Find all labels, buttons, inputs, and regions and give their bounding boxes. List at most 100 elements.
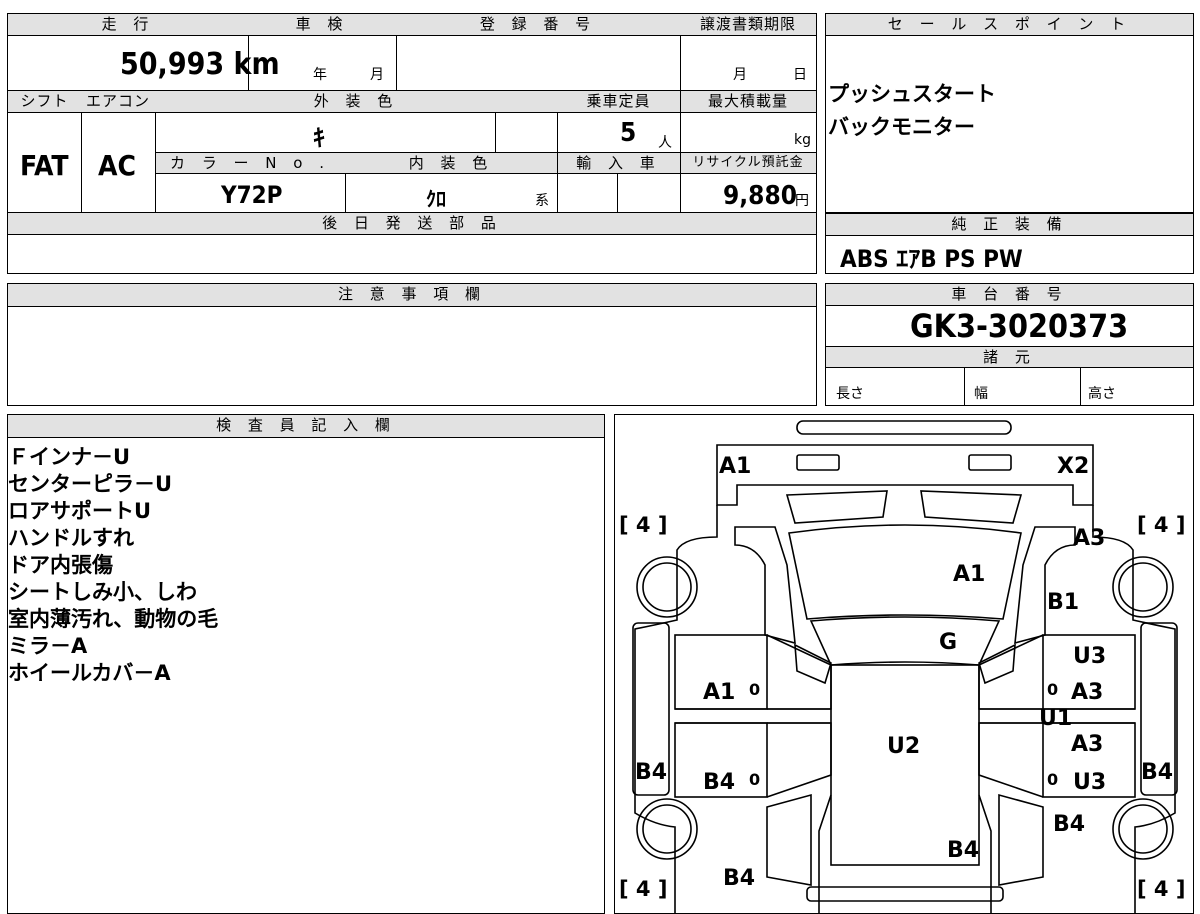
label-rear-left: B4 xyxy=(723,866,755,891)
load-unit: kg xyxy=(794,132,811,148)
fender-right xyxy=(1014,526,1076,645)
windshield xyxy=(809,616,1001,666)
label-rocker-left: B4 xyxy=(635,760,667,785)
capacity-unit: 人 xyxy=(658,135,672,151)
inspector-note: センターピラ－U xyxy=(8,472,173,496)
later-parts-header: 後 日 発 送 部 品 xyxy=(8,212,816,235)
label-door-left-front: A1 xyxy=(703,680,735,705)
recycle-fee-value: 9,880 xyxy=(723,181,797,211)
inspector-note: ハンドルすれ xyxy=(8,526,134,550)
sales-point-item: プッシュスタート xyxy=(828,82,996,106)
rear-pillar-left xyxy=(818,794,832,913)
int-color-suffix: 系 xyxy=(535,193,549,209)
label-zero: 0 xyxy=(749,770,760,789)
mileage-header: 走 行 xyxy=(8,14,248,36)
spec-width: 幅 xyxy=(974,386,988,402)
rear-bumper xyxy=(806,886,1004,902)
inspector-header: 検 査 員 記 入 欄 xyxy=(8,415,604,438)
spec-height: 高さ xyxy=(1088,386,1116,402)
label-door-left-rear: B4 xyxy=(703,770,735,795)
label-fender-right-lower: B1 xyxy=(1047,590,1079,615)
inspector-note: 室内薄汚れ、動物の毛 xyxy=(8,607,219,631)
fender-left xyxy=(734,526,796,645)
wheel-front-right xyxy=(1112,556,1174,618)
inspector-note: ロアサポートU xyxy=(8,499,152,523)
spec-length: 長さ xyxy=(836,386,864,402)
sales-points-list: プッシュスタート バックモニター xyxy=(828,78,996,144)
aircon-header: エアコン xyxy=(81,90,155,113)
sales-point-item: バックモニター xyxy=(828,115,975,139)
equipment-header: 純 正 装 備 xyxy=(826,214,1193,236)
recycle-unit: 円 xyxy=(795,193,809,209)
chassis-panel: 車 台 番 号 GK3-3020373 諸 元 長さ 幅 高さ xyxy=(825,283,1194,406)
transfer-deadline-header: 譲渡書類期限 xyxy=(680,14,816,36)
shift-value: FAT xyxy=(20,149,69,182)
caution-panel: 注 意 事 項 欄 xyxy=(7,283,817,406)
tire-mark-front-left: [ 4 ] xyxy=(619,513,667,537)
inspector-note: Ｆインナ－U xyxy=(8,445,131,469)
label-zero: 0 xyxy=(749,680,760,699)
label-pillar-right: U1 xyxy=(1039,706,1072,731)
shaken-year: 年 xyxy=(313,67,327,83)
label-zero: 0 xyxy=(1047,770,1058,789)
quarter-right xyxy=(998,793,1044,886)
ext-color-header: 外 装 色 xyxy=(155,90,557,113)
fog-lamp-right xyxy=(968,454,1012,471)
inspector-note: ドア内張傷 xyxy=(8,553,113,577)
int-color-value: ｸﾛ xyxy=(426,187,446,211)
mileage-value: 50,993 km xyxy=(120,47,280,82)
import-header: 輸 入 車 xyxy=(557,152,680,174)
inspector-note: ミラ－A xyxy=(8,634,88,658)
label-rocker-right: B4 xyxy=(1141,760,1173,785)
hood xyxy=(788,524,1022,620)
chassis-number: GK3-3020373 xyxy=(910,307,1129,345)
label-door-right-front-top: U3 xyxy=(1073,644,1106,669)
label-quarter-right: B4 xyxy=(1053,812,1085,837)
deadline-day: 日 xyxy=(793,67,807,83)
front-bumper-strip xyxy=(796,420,1012,435)
capacity-header: 乗車定員 xyxy=(557,90,680,113)
color-no-header: カ ラ ー N o . xyxy=(155,152,345,174)
rear-pillar-right xyxy=(978,794,992,913)
tire-mark-front-right: [ 4 ] xyxy=(1137,513,1185,537)
tire-mark-rear-left: [ 4 ] xyxy=(619,877,667,901)
label-hood: A1 xyxy=(953,562,985,587)
roof xyxy=(830,664,980,866)
wheel-front-left xyxy=(636,556,698,618)
car-diagram: [ 4 ] [ 4 ] [ 4 ] [ 4 ] A1 X2 A3 A1 B1 G… xyxy=(619,420,1185,913)
quarter-left xyxy=(766,793,812,886)
specs-header: 諸 元 xyxy=(826,346,1193,368)
sales-points-header: セ ー ル ス ポ イ ン ト xyxy=(826,14,1193,36)
int-color-header: 内 装 色 xyxy=(345,152,557,174)
label-bumper-front-right: X2 xyxy=(1057,454,1089,479)
chassis-header: 車 台 番 号 xyxy=(826,284,1193,306)
recycle-header: リサイクル預託金 xyxy=(680,152,816,174)
capacity-value: 5 xyxy=(620,118,637,148)
inspector-note: ホイールカバ－A xyxy=(8,661,171,685)
caution-header: 注 意 事 項 欄 xyxy=(8,284,816,307)
shift-header: シフト xyxy=(8,90,81,113)
inspector-notes: Ｆインナ－U センターピラ－U ロアサポートU ハンドルすれ ドア内張傷 シート… xyxy=(8,444,218,687)
deadline-month: 月 xyxy=(733,67,747,83)
reg-no-header: 登 録 番 号 xyxy=(396,14,680,36)
car-diagram-panel: [ 4 ] [ 4 ] [ 4 ] [ 4 ] A1 X2 A3 A1 B1 G… xyxy=(614,414,1194,914)
shaken-month: 月 xyxy=(370,67,384,83)
inspector-note: シートしみ小、しわ xyxy=(8,580,197,604)
max-load-header: 最大積載量 xyxy=(680,90,816,113)
fog-lamp-left xyxy=(796,454,840,471)
tire-mark-rear-right: [ 4 ] xyxy=(1137,877,1185,901)
headlamp-left xyxy=(785,490,888,524)
wheel-rear-left xyxy=(636,798,698,860)
front-bumper xyxy=(716,444,1094,506)
label-door-right-rear-top: A3 xyxy=(1071,732,1103,757)
label-bumper-front-left: A1 xyxy=(719,454,751,479)
label-fender-right: A3 xyxy=(1073,526,1105,551)
equipment-panel: 純 正 装 備 ABS ｴｱB PS PW xyxy=(825,213,1194,274)
headlamp-right xyxy=(920,490,1023,524)
label-rear-center: B4 xyxy=(947,838,979,863)
vehicle-info-panel: 走 行 車 検 登 録 番 号 譲渡書類期限 50,993 km 年 月 月 日… xyxy=(7,13,817,274)
aircon-value: AC xyxy=(98,149,136,182)
label-roof: U2 xyxy=(887,734,920,759)
label-zero: 0 xyxy=(1047,680,1058,699)
label-windshield: G xyxy=(939,630,957,655)
